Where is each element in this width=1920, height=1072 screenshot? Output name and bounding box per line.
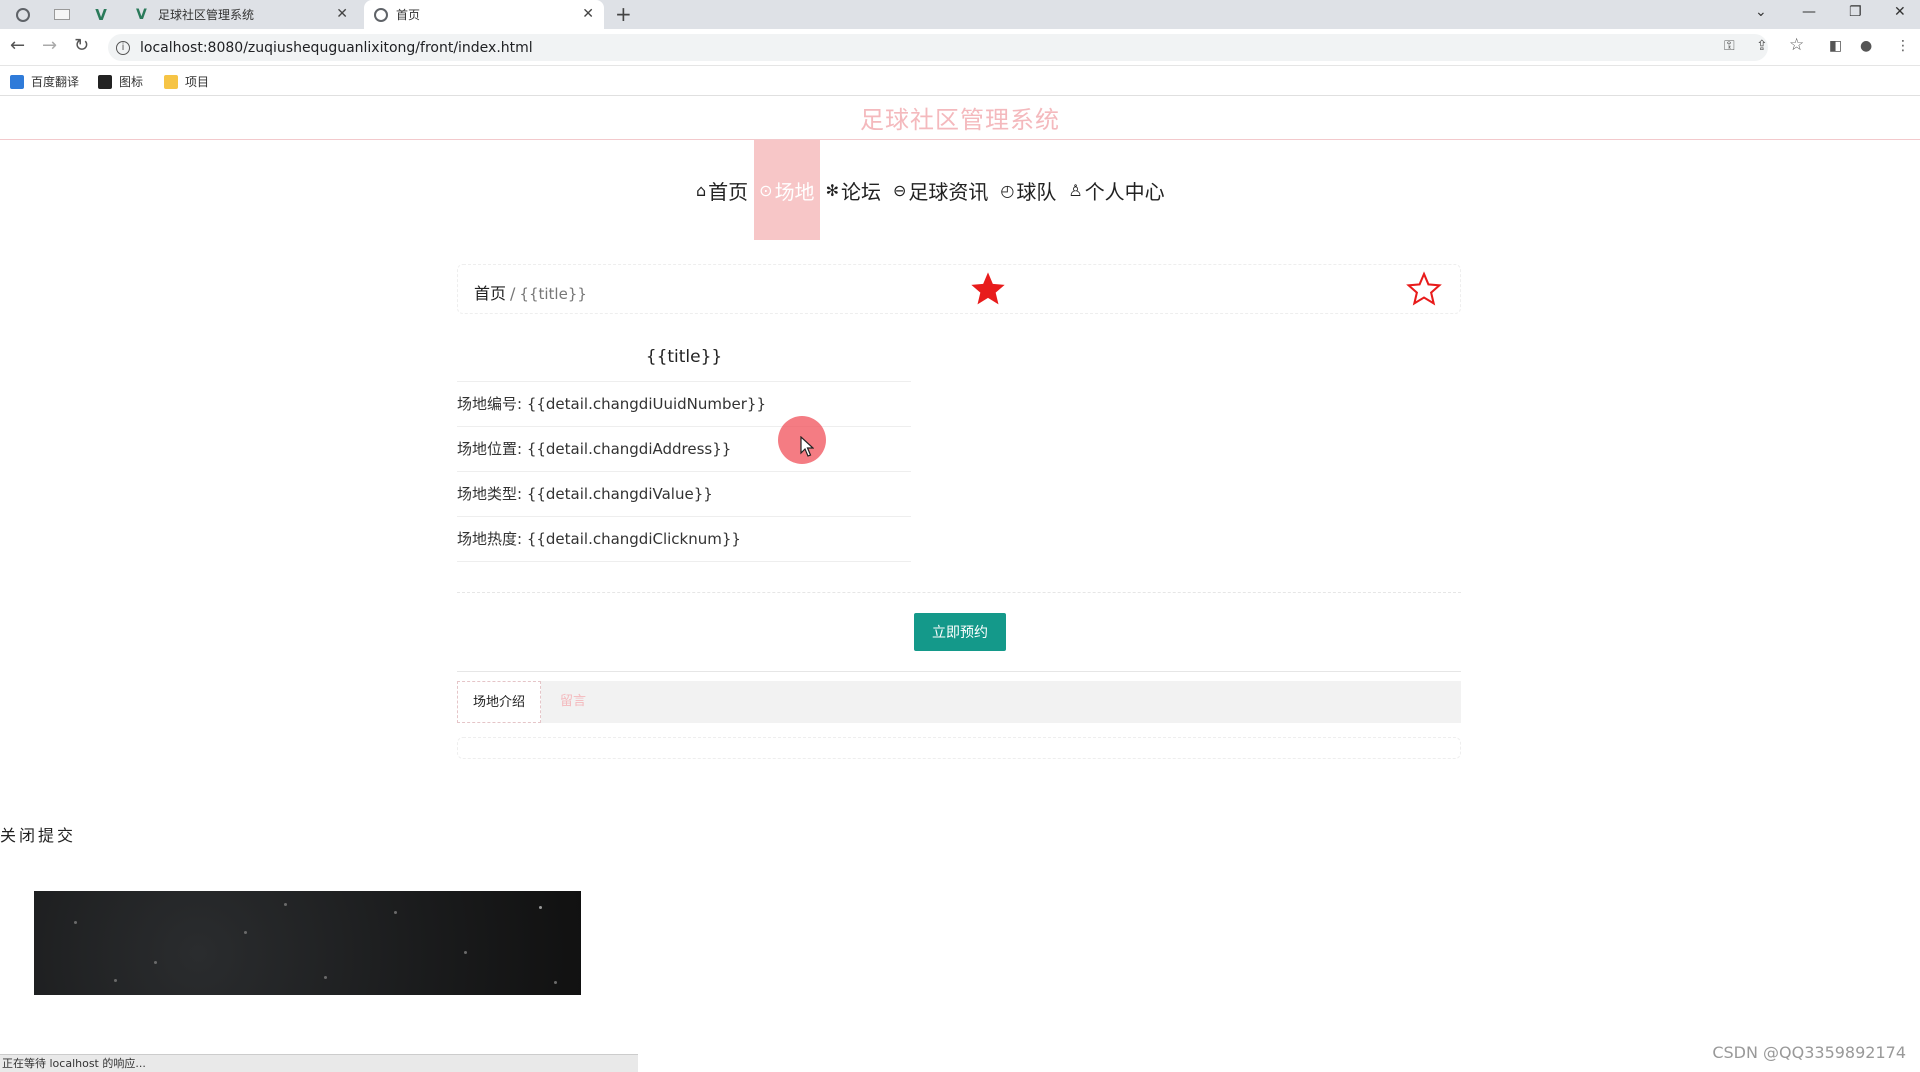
bookmark-icons[interactable]: 图标 [98, 73, 143, 90]
nav-item-profile[interactable]: ♙ 个人中心 [1062, 140, 1170, 240]
bookmark-label: 图标 [119, 75, 144, 89]
breadcrumb: 首页 / {{title}} [474, 280, 587, 304]
watermark: CSDN @QQ3359892174 [1712, 1043, 1906, 1062]
star-outline-icon[interactable] [1405, 270, 1443, 308]
star-filled-icon[interactable] [968, 269, 1008, 309]
user-icon: ♙ [1068, 180, 1083, 200]
browser-status-bar: 正在等待 localhost 的响应... [0, 1054, 638, 1072]
forum-icon: ✻ [825, 180, 839, 200]
tab-close-icon[interactable]: ✕ [336, 7, 348, 21]
bookmark-projects[interactable]: 项目 [164, 73, 209, 90]
globe-icon [374, 7, 388, 22]
new-tab-button[interactable]: + [615, 2, 632, 26]
divider [457, 671, 1461, 672]
tab-venue-intro[interactable]: 场地介绍 [457, 681, 542, 723]
tab-title: 首页 [396, 8, 421, 22]
folder-icon [164, 74, 178, 89]
browser-tab-strip: V V 足球社区管理系统 ✕ 首页 ✕ + ⌄ — ❐ ✕ [0, 0, 1920, 29]
browser-tab-system[interactable]: V 足球社区管理系统 ✕ [130, 0, 358, 29]
tab-content-panel [457, 737, 1461, 759]
nav-item-venue[interactable]: ⊙ 场地 [754, 140, 820, 240]
profile-icon[interactable]: ● [1860, 38, 1872, 54]
reload-icon[interactable]: ↻ [74, 37, 89, 55]
pinned-tab-globe[interactable] [6, 0, 40, 29]
detail-title: {{title}} [457, 336, 911, 382]
divider [457, 592, 1461, 593]
nav-item-forum[interactable]: ✻ 论坛 [820, 140, 887, 240]
nav-label: 论坛 [840, 179, 881, 204]
home-icon: ⌂ [696, 180, 707, 200]
detail-row-type: 场地类型: {{detail.changdiValue}} [457, 472, 911, 517]
back-arrow-icon[interactable]: ← [10, 37, 25, 55]
bookmark-label: 百度翻译 [31, 75, 80, 89]
breadcrumb-current: {{title}} [519, 285, 587, 303]
nav-label: 场地 [774, 179, 815, 204]
nav-item-home[interactable]: ⌂ 首页 [690, 140, 754, 240]
nav-label: 个人中心 [1084, 179, 1165, 204]
breadcrumb-separator: / [510, 284, 516, 303]
window-close-button[interactable]: ✕ [1894, 4, 1906, 20]
side-panel-icon[interactable]: ◧ [1829, 38, 1842, 54]
nav-label: 首页 [708, 179, 749, 204]
nav-label: 足球资讯 [908, 179, 989, 204]
venue-detail: {{title}} 场地编号: {{detail.changdiUuidNumb… [457, 336, 911, 562]
bookmarks-bar: 百度翻译 图标 项目 [0, 66, 1920, 96]
nav-item-news[interactable]: ⊖ 足球资讯 [887, 140, 994, 240]
vue-logo-icon: V [136, 6, 147, 23]
globe-icon [16, 7, 30, 22]
bookmark-star-icon[interactable]: ☆ [1789, 35, 1804, 55]
menu-dots-icon[interactable]: ⋮ [1896, 38, 1910, 54]
detail-row-number: 场地编号: {{detail.changdiUuidNumber}} [457, 382, 911, 427]
vue-logo-icon: V [95, 5, 107, 24]
close-submit-text[interactable]: 关闭提交 [0, 822, 76, 846]
pinned-tab-mail[interactable] [45, 0, 79, 29]
restore-button[interactable]: ❐ [1849, 4, 1862, 20]
key-icon[interactable]: ⚿ [1724, 38, 1735, 54]
news-icon: ⊖ [892, 180, 907, 200]
mouse-cursor-icon [800, 436, 814, 457]
dark-image [34, 891, 581, 995]
book-now-button[interactable]: 立即预约 [914, 613, 1006, 651]
url-field[interactable]: i localhost:8080/zuqiushequguanlixitong/… [108, 34, 1768, 61]
team-icon: ◴ [1000, 180, 1015, 200]
site-title: 足球社区管理系统 [0, 100, 1920, 140]
share-icon[interactable]: ⇪ [1756, 38, 1768, 54]
tab-title: 足球社区管理系统 [158, 8, 255, 22]
breadcrumb-home[interactable]: 首页 [474, 284, 506, 303]
forward-arrow-icon[interactable]: → [42, 37, 57, 55]
site-info-icon[interactable]: i [116, 40, 130, 55]
detail-row-clicknum: 场地热度: {{detail.changdiClicknum}} [457, 517, 911, 562]
address-bar-row: ← → ↻ i localhost:8080/zuqiushequguanlix… [0, 29, 1920, 66]
tab-search-icon[interactable]: ⌄ [1755, 4, 1767, 20]
tab-comments[interactable]: 留言 [545, 681, 601, 723]
translate-icon [10, 74, 24, 89]
minimize-button[interactable]: — [1802, 4, 1816, 20]
nav-label: 球队 [1016, 179, 1057, 204]
detail-tabs: 场地介绍 留言 [457, 681, 1461, 723]
pinned-tab-vue[interactable]: V [84, 0, 118, 29]
nav-item-team[interactable]: ◴ 球队 [994, 140, 1062, 240]
url-text: localhost:8080/zuqiushequguanlixitong/fr… [140, 39, 533, 56]
mail-icon [54, 9, 70, 20]
detail-row-address: 场地位置: {{detail.changdiAddress}} [457, 427, 911, 472]
tab-close-icon[interactable]: ✕ [582, 7, 594, 21]
bookmark-baidu-translate[interactable]: 百度翻译 [10, 73, 79, 90]
bookmark-label: 项目 [185, 75, 210, 89]
main-nav: ⌂ 首页 ⊙ 场地 ✻ 论坛 ⊖ 足球资讯 ◴ 球队 ♙ 个人中心 [690, 140, 1171, 240]
breadcrumb-bar: 首页 / {{title}} [457, 264, 1461, 314]
venue-icon: ⊙ [759, 180, 773, 200]
browser-tab-home[interactable]: 首页 ✕ [364, 0, 604, 29]
image-icon [98, 74, 112, 89]
